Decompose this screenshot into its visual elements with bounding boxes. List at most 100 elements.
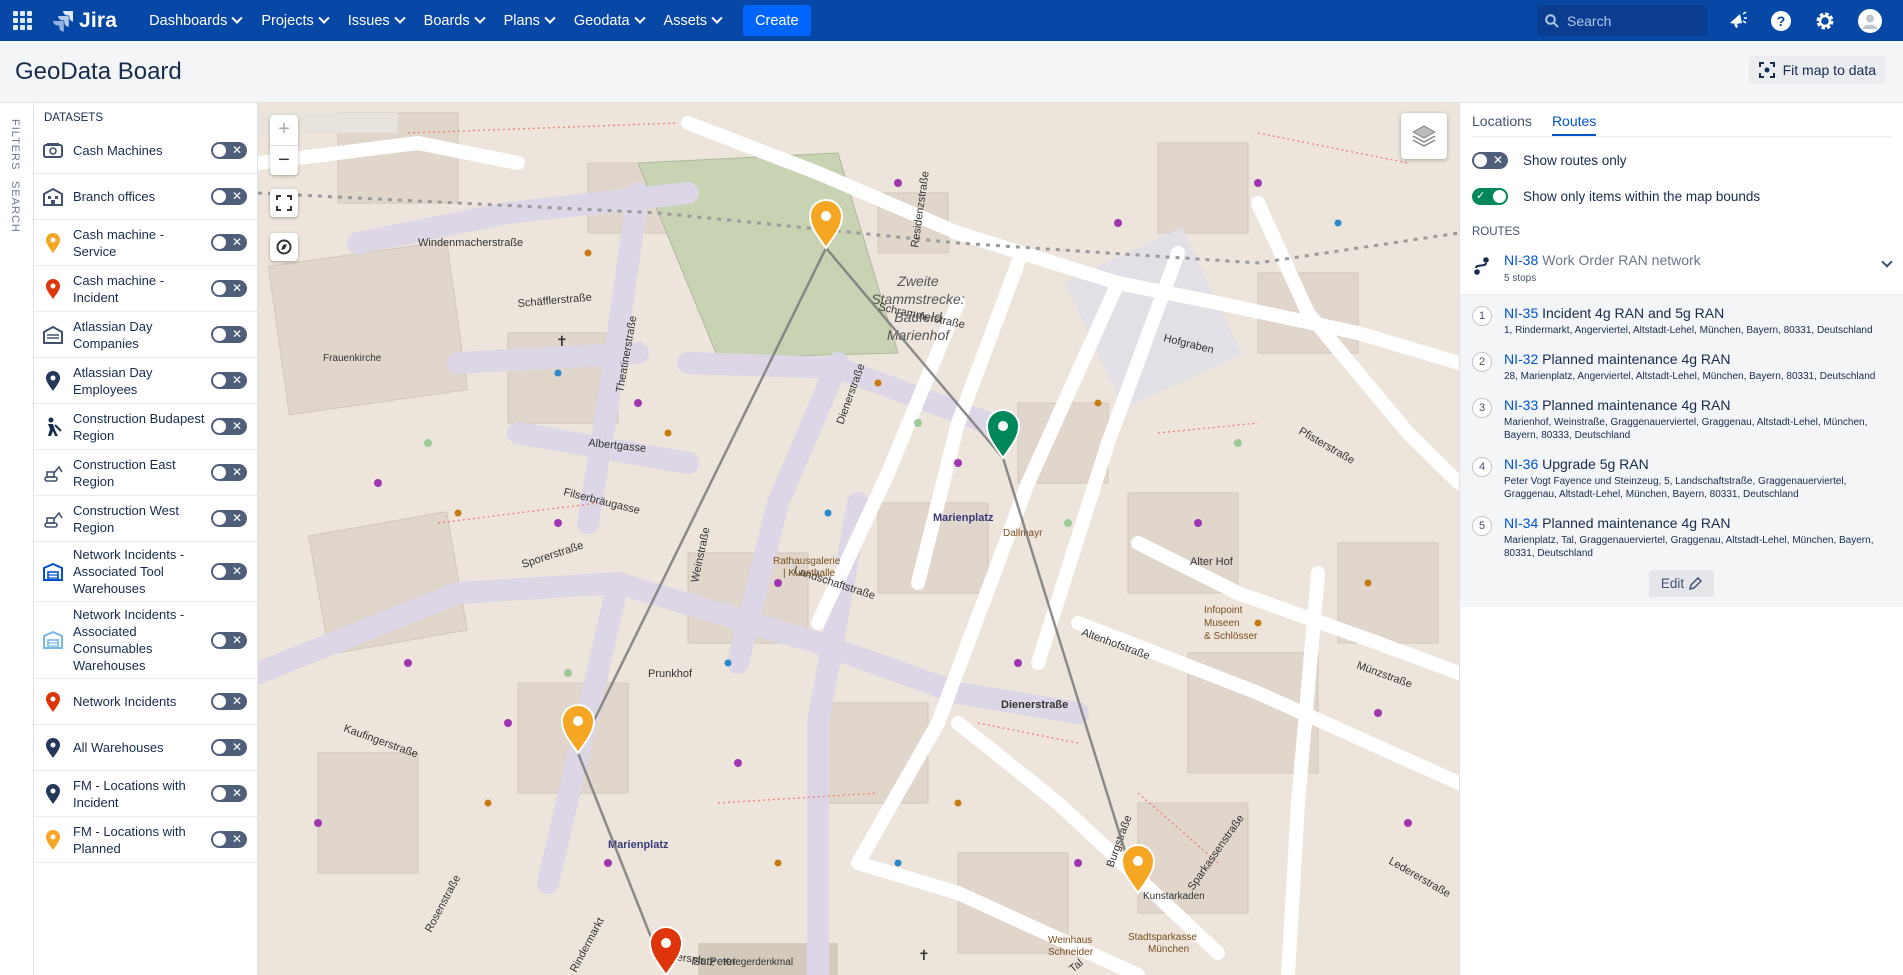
blue-warehouse-icon — [42, 561, 64, 583]
svg-text:Rathausgalerie: Rathausgalerie — [773, 556, 841, 567]
map-bounds-toggle[interactable]: ✓ — [1472, 187, 1508, 205]
tab-search[interactable]: Search — [9, 181, 21, 233]
dataset-label: Network Incidents — [73, 694, 177, 709]
locate-button[interactable] — [270, 233, 298, 261]
route-stop[interactable]: 2 NI-32 Planned maintenance 4g RAN 28, M… — [1460, 341, 1903, 387]
help-icon[interactable]: ? — [1768, 8, 1794, 34]
nav-issues-label: Issues — [347, 12, 390, 29]
dataset-toggle[interactable]: ✕ — [211, 510, 247, 527]
fit-map-button[interactable]: Fit map to data — [1748, 56, 1886, 84]
nav-projects[interactable]: Projects — [251, 0, 337, 41]
zoom-in-button[interactable]: + — [270, 115, 298, 146]
dataset-toggle[interactable]: ✕ — [211, 372, 247, 389]
construction-worker-icon — [42, 416, 64, 438]
svg-text:?: ? — [1777, 13, 1786, 29]
dataset-toggle[interactable]: ✕ — [211, 785, 247, 802]
dataset-item[interactable]: Atlassian Day Companies ✕ — [34, 312, 257, 358]
dataset-item[interactable]: Cash Machines ✕ — [34, 128, 257, 174]
stop-address: Marienplatz, Tal, Graggenauerviertel, Gr… — [1504, 535, 1874, 559]
chevron-down-icon — [544, 12, 556, 24]
dataset-item[interactable]: Branch offices ✕ — [34, 174, 257, 220]
stop-issue-key[interactable]: NI-35 — [1504, 305, 1538, 321]
show-routes-only-toggle[interactable]: ✕ — [1472, 151, 1508, 169]
dataset-toggle[interactable]: ✕ — [211, 739, 247, 756]
layers-button[interactable] — [1401, 113, 1447, 159]
dataset-item[interactable]: Cash machine - Service ✕ — [34, 220, 257, 266]
dataset-item[interactable]: Cash machine - Incident ✕ — [34, 266, 257, 312]
svg-text:Stadtsparkasse: Stadtsparkasse — [1128, 932, 1197, 943]
dataset-toggle[interactable]: ✕ — [211, 188, 247, 205]
dataset-item[interactable]: Atlassian Day Employees ✕ — [34, 358, 257, 404]
dataset-toggle[interactable]: ✕ — [211, 280, 247, 297]
dataset-label: Atlassian Day Employees — [73, 364, 153, 397]
stop-address: 28, Marienplatz, Angerviertel, Altstadt-… — [1504, 371, 1876, 382]
routes-heading: Routes — [1472, 226, 1520, 238]
nav-boards[interactable]: Boards — [414, 0, 494, 41]
edit-button[interactable]: Edit — [1648, 570, 1715, 597]
dataset-item[interactable]: Network Incidents ✕ — [34, 679, 257, 725]
tab-filters[interactable]: Filters — [9, 119, 21, 170]
profile-avatar-icon[interactable] — [1857, 8, 1883, 34]
map-tiles: Windenmacherstraße Schäfflerstraße Fraue… — [258, 103, 1459, 975]
cash-machine-icon — [42, 140, 64, 162]
dataset-item[interactable]: FM - Locations with Planned ✕ — [34, 817, 257, 863]
nav-dashboards[interactable]: Dashboards — [139, 0, 251, 41]
svg-text:Infopoint: Infopoint — [1204, 605, 1243, 616]
branch-office-icon — [42, 186, 64, 208]
stop-number: 4 — [1472, 457, 1492, 477]
dataset-toggle[interactable]: ✕ — [211, 234, 247, 251]
create-button[interactable]: Create — [743, 5, 811, 36]
nav-assets-label: Assets — [663, 12, 708, 29]
tab-locations[interactable]: Locations — [1472, 109, 1532, 136]
notifications-icon[interactable] — [1725, 8, 1751, 34]
dark-pin-icon — [42, 737, 64, 759]
dataset-toggle[interactable]: ✕ — [211, 142, 247, 159]
fullscreen-button[interactable] — [270, 189, 298, 217]
route-stop[interactable]: 5 NI-34 Planned maintenance 4g RAN Marie… — [1460, 505, 1903, 564]
settings-icon[interactable] — [1812, 8, 1838, 34]
dataset-item[interactable]: FM - Locations with Incident ✕ — [34, 771, 257, 817]
zoom-out-button[interactable]: − — [270, 146, 298, 176]
route-stop[interactable]: 3 NI-33 Planned maintenance 4g RAN Marie… — [1460, 387, 1903, 446]
dataset-item[interactable]: Construction East Region ✕ — [34, 450, 257, 496]
dataset-toggle[interactable]: ✕ — [211, 831, 247, 848]
dataset-toggle[interactable]: ✕ — [211, 418, 247, 435]
dataset-toggle[interactable]: ✕ — [211, 326, 247, 343]
stop-issue-key[interactable]: NI-36 — [1504, 456, 1538, 472]
route-stop[interactable]: 4 NI-36 Upgrade 5g RAN Peter Vogt Fayenc… — [1460, 446, 1903, 505]
dataset-toggle[interactable]: ✕ — [211, 631, 247, 649]
nav-geodata[interactable]: Geodata — [564, 0, 654, 41]
search-icon — [1545, 13, 1559, 28]
dataset-toggle[interactable]: ✕ — [211, 464, 247, 481]
nav-plans[interactable]: Plans — [494, 0, 564, 41]
chevron-down-icon[interactable] — [1881, 256, 1893, 268]
dataset-label: Network Incidents - Associated Consumabl… — [73, 607, 185, 673]
dataset-item[interactable]: Construction Budapest Region ✕ — [34, 404, 257, 450]
search-box[interactable] — [1537, 5, 1707, 36]
stop-issue-key[interactable]: NI-34 — [1504, 515, 1538, 531]
vertical-tabs: Filters Search — [0, 103, 34, 975]
dataset-item[interactable]: Network Incidents - Associated Tool Ware… — [34, 542, 257, 602]
nav-issues[interactable]: Issues — [338, 0, 414, 41]
route-stops: 5 stops — [1504, 273, 1537, 284]
jira-logo[interactable]: Jira — [53, 9, 117, 33]
route-key[interactable]: NI-38 — [1504, 252, 1538, 268]
stop-title: Planned maintenance 4g RAN — [1542, 515, 1731, 531]
excavator-icon — [42, 462, 64, 484]
dataset-toggle[interactable]: ✕ — [211, 563, 247, 580]
dataset-item[interactable]: Construction West Region ✕ — [34, 496, 257, 542]
dataset-label: All Warehouses — [73, 740, 164, 755]
dataset-toggle[interactable]: ✕ — [211, 693, 247, 710]
route-stop[interactable]: 1 NI-35 Incident 4g RAN and 5g RAN 1, Ri… — [1460, 295, 1903, 341]
app-switcher-icon[interactable] — [11, 10, 33, 32]
map-canvas[interactable]: Windenmacherstraße Schäfflerstraße Fraue… — [258, 103, 1459, 975]
stop-address: 1, Rindermarkt, Angerviertel, Altstadt-L… — [1504, 325, 1873, 336]
nav-assets[interactable]: Assets — [654, 0, 732, 41]
stop-issue-key[interactable]: NI-32 — [1504, 351, 1538, 367]
dataset-item[interactable]: All Warehouses ✕ — [34, 725, 257, 771]
dataset-item[interactable]: Network Incidents - Associated Consumabl… — [34, 602, 257, 679]
search-input[interactable] — [1567, 12, 1697, 29]
stop-issue-key[interactable]: NI-33 — [1504, 397, 1538, 413]
route-item[interactable]: NI-38 Work Order RAN network 5 stops — [1460, 238, 1903, 295]
tab-routes[interactable]: Routes — [1551, 109, 1597, 136]
